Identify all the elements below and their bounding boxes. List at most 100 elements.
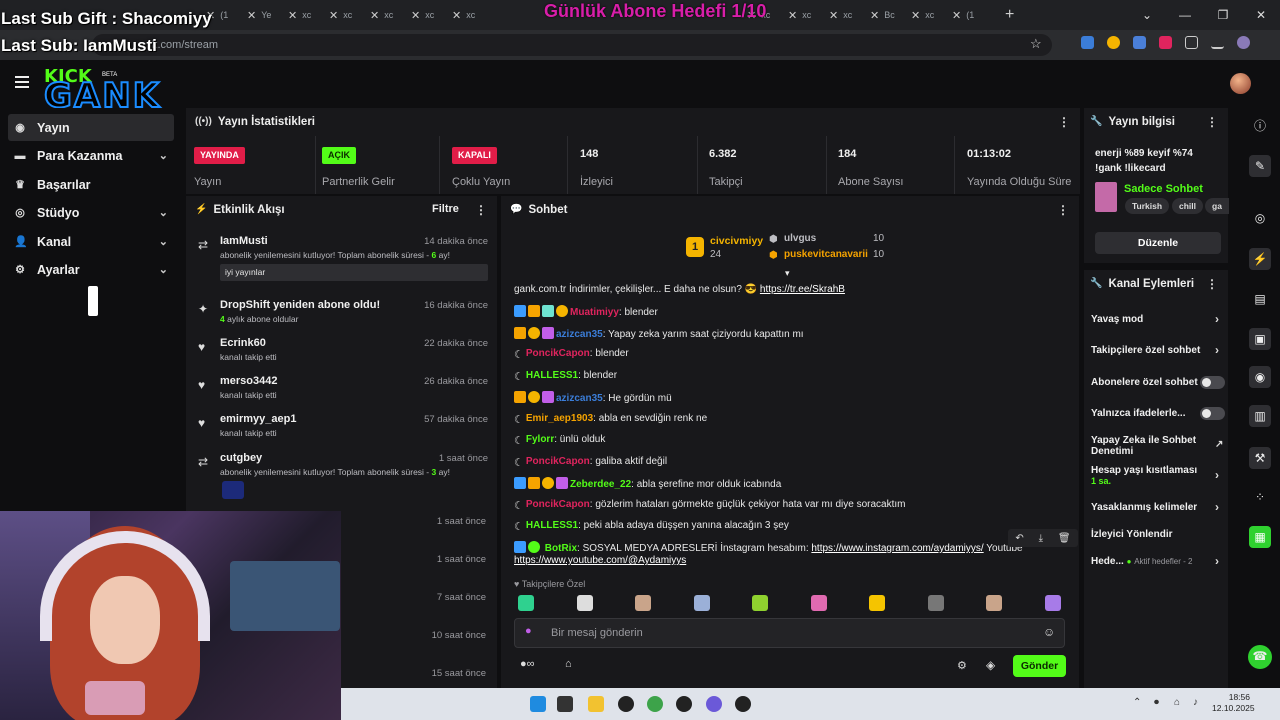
- reply-icon[interactable]: ↶: [1015, 533, 1023, 544]
- support-icon[interactable]: ☎: [1248, 645, 1272, 669]
- emoji-icon[interactable]: ☺: [1043, 625, 1055, 639]
- chat-username[interactable]: Fylorr: [526, 434, 554, 445]
- chat-username[interactable]: Muatimiyy: [570, 307, 619, 318]
- restore-icon[interactable]: ❐: [1204, 0, 1242, 30]
- emote-icon[interactable]: [635, 595, 651, 611]
- bot-icon[interactable]: ◈: [986, 658, 995, 672]
- collapse-icon[interactable]: ▾: [785, 268, 790, 279]
- more-options-icon[interactable]: ⋮: [1206, 115, 1218, 129]
- app-icon[interactable]: [735, 696, 751, 712]
- emote-icon[interactable]: [752, 595, 768, 611]
- file-explorer-icon[interactable]: [588, 696, 604, 712]
- browser-tab[interactable]: ✕ xc: [782, 0, 823, 30]
- menu-icon[interactable]: [15, 76, 29, 91]
- mic-icon[interactable]: ⏺: [1154, 697, 1159, 708]
- tag[interactable]: Turkish: [1125, 198, 1170, 214]
- chat-username[interactable]: HALLESS1: [526, 520, 578, 531]
- action-account-age[interactable]: Hesap yaşı kısıtlaması › 1 sa.: [1091, 465, 1223, 487]
- more-options-icon[interactable]: ⋮: [1058, 115, 1070, 129]
- browser-tab[interactable]: ✕ xc: [446, 0, 487, 30]
- extension-icon[interactable]: [1159, 36, 1172, 49]
- emote-icon[interactable]: [869, 595, 885, 611]
- star-icon[interactable]: ☆: [1030, 36, 1042, 52]
- action-slow-mode[interactable]: Yavaş mod ›: [1091, 313, 1223, 325]
- browser-tab[interactable]: ✕ Bc: [864, 0, 905, 30]
- new-tab-icon[interactable]: +: [1005, 6, 1014, 24]
- emote-icon[interactable]: [576, 595, 593, 611]
- pin-icon[interactable]: ⤓: [1039, 533, 1043, 544]
- action-goals[interactable]: Hede... ● Aktif hedefler - 2 ›: [1091, 555, 1223, 567]
- send-button[interactable]: Gönder: [1013, 655, 1066, 677]
- emote-icon[interactable]: [693, 595, 710, 611]
- info-icon[interactable]: ⓘ: [1249, 115, 1271, 137]
- action-raid[interactable]: İzleyici Yönlendir: [1091, 529, 1223, 540]
- obs-icon[interactable]: [618, 696, 634, 712]
- user-avatar[interactable]: [1230, 73, 1251, 94]
- filter-button[interactable]: Filtre: [432, 203, 459, 215]
- sidebar-item-settings[interactable]: ⚙ Ayarlar ⌄: [8, 256, 174, 283]
- close-icon[interactable]: ✕: [411, 9, 420, 22]
- delete-icon[interactable]: 🗑: [1058, 533, 1071, 544]
- wrench-icon[interactable]: ⚒: [1249, 447, 1271, 469]
- action-banned-words[interactable]: Yasaklanmış kelimeler ›: [1091, 501, 1223, 513]
- chat-username[interactable]: PoncikCapon: [526, 456, 590, 467]
- category-thumbnail[interactable]: [1095, 182, 1117, 212]
- more-options-icon[interactable]: ⋮: [1057, 203, 1069, 217]
- discord-icon[interactable]: [706, 696, 722, 712]
- app-icon[interactable]: [676, 696, 692, 712]
- browser-tab[interactable]: ✕ xc: [405, 0, 446, 30]
- browser-tab[interactable]: ✕ (1: [946, 0, 987, 30]
- chat-username[interactable]: PoncikCapon: [526, 348, 590, 359]
- emote-icon[interactable]: [518, 595, 534, 611]
- pinned-link[interactable]: https://tr.ee/SkrahB: [760, 284, 845, 295]
- clock[interactable]: 18:56 12.10.2025: [1212, 692, 1255, 714]
- chat-username[interactable]: Emir_aep1903: [526, 413, 593, 424]
- tray-chevron-icon[interactable]: ⌃: [1133, 697, 1141, 708]
- close-icon[interactable]: ✕: [452, 9, 461, 22]
- browser-tab[interactable]: ✕ xc: [323, 0, 364, 30]
- sidebar-item-monetization[interactable]: ▬ Para Kazanma ⌄: [8, 142, 174, 169]
- sidebar-item-stream[interactable]: ◉ Yayın: [8, 114, 174, 141]
- gift-icon[interactable]: ▦: [1249, 526, 1271, 548]
- browser-tab[interactable]: ✕ xc: [364, 0, 405, 30]
- edit-button[interactable]: Düzenle: [1095, 232, 1221, 254]
- extension-icon[interactable]: [1081, 36, 1094, 49]
- close-icon[interactable]: ✕: [952, 9, 961, 22]
- extension-icon[interactable]: [1133, 36, 1146, 49]
- subscribers-only-toggle[interactable]: [1200, 376, 1225, 389]
- close-icon[interactable]: ✕: [788, 9, 797, 22]
- browser-tab[interactable]: ✕ xc: [905, 0, 946, 30]
- extension-icon[interactable]: [1107, 36, 1120, 49]
- emote-icon[interactable]: [986, 595, 1002, 611]
- sidebar-item-achievements[interactable]: ♛ Başarılar: [8, 171, 174, 198]
- broadcast-icon[interactable]: ◉: [1249, 366, 1271, 388]
- tag[interactable]: ga: [1205, 198, 1229, 214]
- chat-username[interactable]: azizcan35: [556, 329, 603, 340]
- chat-username[interactable]: PoncikCapon: [526, 499, 590, 510]
- emote-icon[interactable]: [810, 595, 827, 611]
- dropdown-icon[interactable]: ⌄: [1128, 0, 1166, 30]
- browser-tab[interactable]: ✕ xc: [282, 0, 323, 30]
- layout-icon[interactable]: ▥: [1249, 405, 1271, 427]
- browser-tab[interactable]: ✕ Ye: [241, 0, 282, 30]
- more-options-icon[interactable]: ⋮: [1206, 277, 1218, 291]
- url-field[interactable]: k.com/stream: [92, 34, 1052, 56]
- action-followers-only[interactable]: Takipçilere özel sohbet ›: [1091, 344, 1223, 356]
- task-view-icon[interactable]: [557, 696, 573, 712]
- points-icon[interactable]: ⁘: [1249, 486, 1271, 508]
- sidebar-item-channel[interactable]: 👤 Kanal ⌄: [8, 228, 174, 255]
- gank-logo[interactable]: KICK BETA GANK: [43, 66, 186, 117]
- close-icon[interactable]: ✕: [370, 9, 379, 22]
- tag[interactable]: chill: [1172, 198, 1204, 214]
- close-icon[interactable]: ✕: [288, 9, 297, 22]
- gear-icon[interactable]: ⚙: [957, 659, 967, 672]
- emote-only-toggle[interactable]: [1200, 407, 1225, 420]
- emote-icon[interactable]: [927, 595, 944, 611]
- sidebar-item-studio[interactable]: ◎ Stüdyo ⌄: [8, 199, 174, 226]
- chat-username[interactable]: Zeberdee_22: [570, 479, 631, 490]
- chat-input[interactable]: Bir mesaj gönderin: [514, 618, 1065, 648]
- chat-username[interactable]: HALLESS1: [526, 370, 578, 381]
- close-icon[interactable]: ✕: [329, 9, 338, 22]
- points-icon[interactable]: ●∞: [520, 658, 535, 670]
- category-link[interactable]: Sadece Sohbet: [1124, 183, 1203, 195]
